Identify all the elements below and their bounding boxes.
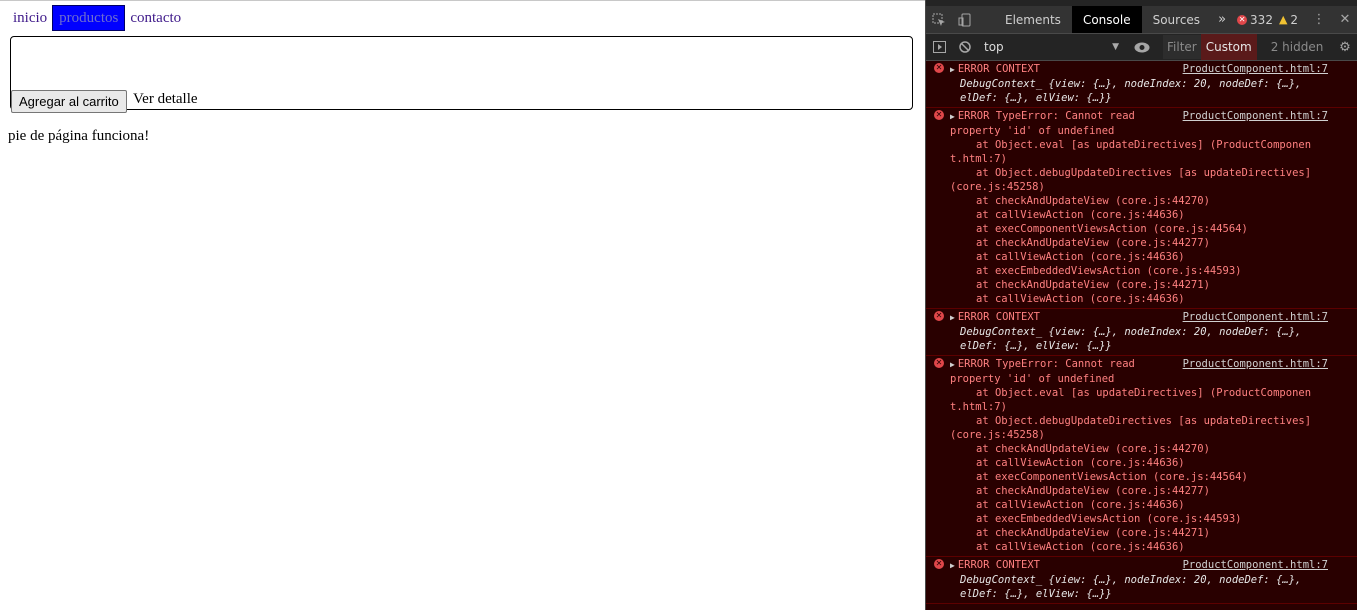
- tab-sources[interactable]: Sources: [1142, 6, 1211, 33]
- device-toolbar-icon[interactable]: [952, 6, 978, 33]
- warning-count: 2: [1290, 12, 1299, 27]
- stack-line: at callViewAction (core.js:44636): [976, 541, 1185, 553]
- dropdown-arrow-icon: ▼: [1112, 42, 1119, 52]
- debug-context-line: DebugContext_ {view: {…}, nodeIndex: 20,…: [960, 326, 1302, 338]
- error-icon: ✕: [934, 110, 944, 120]
- message-source-link[interactable]: ProductComponent.html:7: [1183, 310, 1328, 325]
- tab-console[interactable]: Console: [1071, 6, 1142, 33]
- expand-triangle-icon[interactable]: ▶: [950, 561, 955, 570]
- error-icon: ✕: [934, 311, 944, 321]
- message-source-link[interactable]: ProductComponent.html:7: [1183, 558, 1328, 573]
- close-icon[interactable]: ✕: [1332, 6, 1357, 33]
- hidden-count: 2 hidden: [1270, 40, 1324, 54]
- live-expression-eye-icon[interactable]: [1129, 42, 1155, 53]
- log-levels-dropdown[interactable]: Custom: [1200, 34, 1257, 60]
- warning-count-icon: ▲: [1278, 13, 1288, 26]
- issue-counts[interactable]: ✕ 332 ▲ 2: [1237, 6, 1298, 33]
- stack-line: at execEmbeddedViewsAction (core.js:4459…: [976, 265, 1242, 277]
- stack-line: at Object.eval [as updateDirectives] (Pr…: [976, 387, 1312, 399]
- debug-context-line: DebugContext_ {view: {…}, nodeIndex: 20,…: [960, 78, 1302, 90]
- stack-line: at callViewAction (core.js:44636): [976, 251, 1185, 263]
- error-count-icon: ✕: [1237, 14, 1248, 25]
- message-source-link[interactable]: ProductComponent.html:7: [1183, 62, 1328, 77]
- expand-triangle-icon[interactable]: ▶: [950, 360, 955, 369]
- footer-text: pie de página funciona!: [8, 128, 150, 144]
- console-messages: ✕ ▶ ERROR CONTEXT ProductComponent.html:7 …: [926, 61, 1357, 610]
- view-detail-link[interactable]: Ver detalle: [133, 91, 198, 108]
- debug-context-line: DebugContext_ {view: {…}, nodeIndex: 20,…: [960, 574, 1302, 586]
- devtools-tab-bar: Elements Console Sources » ✕ 332 ▲ 2 ⋮ ✕: [926, 6, 1357, 34]
- product-card: Agregar al carrito Ver detalle: [10, 36, 913, 113]
- expand-triangle-icon[interactable]: ▶: [950, 65, 955, 74]
- stack-line: at checkAndUpdateView (core.js:44271): [976, 527, 1210, 539]
- error-icon: ✕: [934, 63, 944, 73]
- stack-line: at Object.debugUpdateDirectives [as upda…: [976, 415, 1312, 427]
- inspect-element-icon[interactable]: [926, 6, 952, 33]
- nav-link-contacto[interactable]: contacto: [125, 5, 186, 31]
- stack-line: at Object.debugUpdateDirectives [as upda…: [976, 167, 1312, 179]
- stack-line: at execEmbeddedViewsAction (core.js:4459…: [976, 513, 1242, 525]
- console-error-message[interactable]: ✕ ▶ ERROR CONTEXT ProductComponent.html:7 …: [926, 309, 1357, 356]
- more-tabs-chevron-icon[interactable]: »: [1211, 6, 1233, 33]
- console-error-message[interactable]: ✕ ▶ ERROR CONTEXT ProductComponent.html:7 …: [926, 557, 1357, 604]
- filter-input[interactable]: Filter: [1163, 35, 1201, 59]
- devtools-panel: Elements Console Sources » ✕ 332 ▲ 2 ⋮ ✕…: [925, 0, 1357, 610]
- stack-line: at execComponentViewsAction (core.js:445…: [976, 471, 1248, 483]
- debug-context-line: elDef: {…}, elView: {…}}: [960, 340, 1112, 352]
- expand-triangle-icon[interactable]: ▶: [950, 313, 955, 322]
- message-title: ERROR CONTEXT: [957, 311, 1041, 323]
- stack-line: t.html:7): [950, 153, 1007, 165]
- error-count: 332: [1250, 12, 1273, 27]
- stack-line: at Object.eval [as updateDirectives] (Pr…: [976, 139, 1312, 151]
- message-title-cont: property 'id' of undefined: [950, 125, 1115, 137]
- web-page: inicio productos contacto Agregar al car…: [0, 0, 925, 611]
- stack-line: at checkAndUpdateView (core.js:44271): [976, 279, 1210, 291]
- tab-elements[interactable]: Elements: [994, 6, 1072, 33]
- message-title: ERROR CONTEXT: [957, 63, 1041, 75]
- context-label: top: [984, 40, 1004, 54]
- settings-gear-icon[interactable]: ⚙: [1332, 40, 1357, 55]
- stack-line: at callViewAction (core.js:44636): [976, 293, 1185, 305]
- stack-line: at execComponentViewsAction (core.js:445…: [976, 223, 1248, 235]
- console-toolbar: top ▼ Filter Custom 2 hidden ⚙: [926, 34, 1357, 61]
- message-title-cont: property 'id' of undefined: [950, 373, 1115, 385]
- stack-line: at callViewAction (core.js:44636): [976, 209, 1185, 221]
- debug-context-line: elDef: {…}, elView: {…}}: [960, 588, 1112, 600]
- stack-line: at checkAndUpdateView (core.js:44270): [976, 195, 1210, 207]
- stack-line: t.html:7): [950, 401, 1007, 413]
- context-selector[interactable]: top ▼: [978, 37, 1123, 57]
- nav-link-inicio[interactable]: inicio: [8, 5, 52, 31]
- message-source-link[interactable]: ProductComponent.html:7: [1183, 357, 1328, 372]
- console-error-message[interactable]: ✕ ▶ ERROR TypeError: Cannot read ProductCo…: [926, 108, 1357, 309]
- expand-triangle-icon[interactable]: ▶: [950, 112, 955, 121]
- console-error-message[interactable]: ✕ ▶ ERROR TypeError: Cannot read ProductCo…: [926, 356, 1357, 557]
- message-title: ERROR TypeError: Cannot read: [957, 110, 1135, 122]
- nav-link-productos[interactable]: productos: [52, 5, 126, 31]
- message-title: ERROR TypeError: Cannot read: [957, 358, 1135, 370]
- add-to-cart-button[interactable]: Agregar al carrito: [11, 90, 127, 113]
- kebab-menu-icon[interactable]: ⋮: [1306, 6, 1332, 33]
- error-icon: ✕: [934, 358, 944, 368]
- error-icon: ✕: [934, 559, 944, 569]
- stack-line: at callViewAction (core.js:44636): [976, 499, 1185, 511]
- message-title: ERROR CONTEXT: [957, 559, 1041, 571]
- stack-line: at checkAndUpdateView (core.js:44277): [976, 237, 1210, 249]
- console-error-message[interactable]: ✕ ▶ ERROR CONTEXT ProductComponent.html:7 …: [926, 61, 1357, 108]
- sidebar-toggle-icon[interactable]: [926, 41, 952, 53]
- nav-bar: inicio productos contacto: [8, 5, 186, 31]
- debug-context-line: elDef: {…}, elView: {…}}: [960, 92, 1112, 104]
- stack-line: (core.js:45258): [950, 429, 1045, 441]
- stack-line: at checkAndUpdateView (core.js:44277): [976, 485, 1210, 497]
- clear-console-icon[interactable]: [952, 41, 978, 53]
- stack-trace: at Object.eval [as updateDirectives] (Pr…: [950, 138, 1328, 306]
- stack-line: at checkAndUpdateView (core.js:44270): [976, 443, 1210, 455]
- stack-trace: at Object.eval [as updateDirectives] (Pr…: [950, 386, 1328, 554]
- stack-line: (core.js:45258): [950, 181, 1045, 193]
- stack-line: at callViewAction (core.js:44636): [976, 457, 1185, 469]
- message-source-link[interactable]: ProductComponent.html:7: [1183, 109, 1328, 124]
